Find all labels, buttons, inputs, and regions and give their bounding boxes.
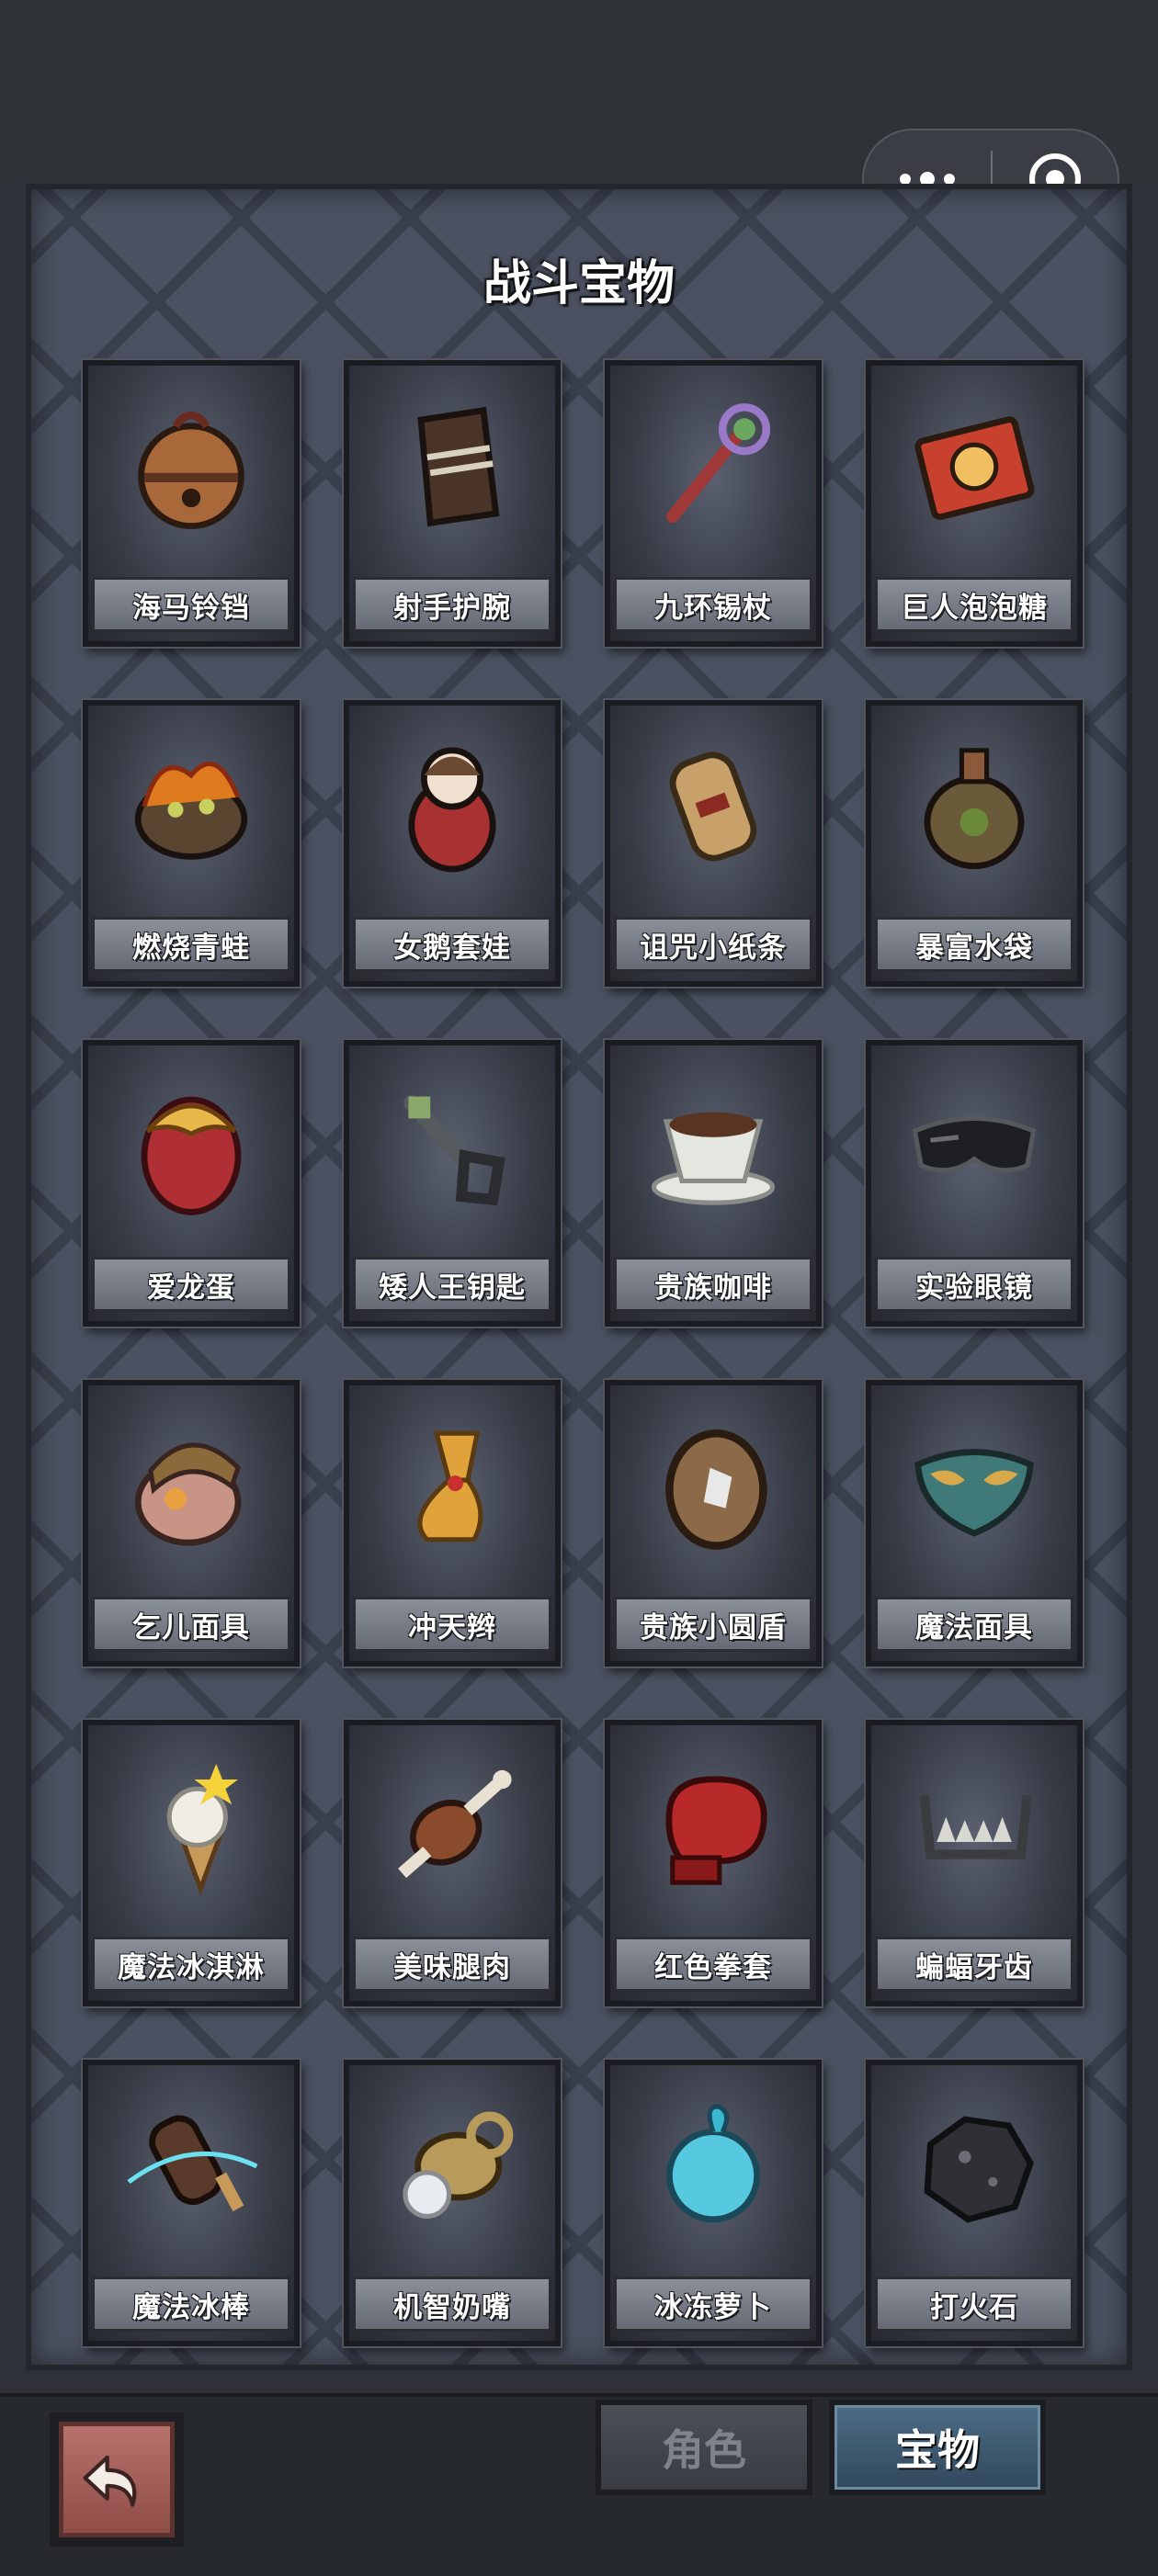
magic-mask-icon (888, 1398, 1061, 1575)
treasure-name: 诅咒小纸条 (614, 917, 812, 972)
bell-icon (105, 378, 278, 555)
back-button[interactable] (50, 2412, 184, 2547)
treasure-name: 贵族小圆盾 (614, 1597, 812, 1652)
treasure-name: 红色拳套 (614, 1937, 812, 1992)
treasure-name: 美味腿肉 (353, 1937, 551, 1992)
treasure-name: 打火石 (875, 2277, 1073, 2332)
treasure-card[interactable]: 贵族咖啡 (605, 1040, 822, 1327)
treasure-name: 乞儿面具 (92, 1597, 290, 1652)
treasure-card[interactable]: 红色拳套 (605, 1720, 822, 2006)
pacifier-icon (366, 2078, 539, 2254)
treasure-name: 暴富水袋 (875, 917, 1073, 972)
treasure-card[interactable]: 蝙蝠牙齿 (866, 1720, 1083, 2006)
treasure-name: 矮人王钥匙 (353, 1257, 551, 1312)
treasure-card[interactable]: 冰冻萝卜 (605, 2060, 822, 2346)
treasure-name: 实验眼镜 (875, 1257, 1073, 1312)
treasure-card[interactable]: 矮人王钥匙 (344, 1040, 561, 1327)
treasure-name: 燃烧青蛙 (92, 917, 290, 972)
pigtail-icon (366, 1398, 539, 1575)
tab-role[interactable]: 角色 (596, 2400, 812, 2495)
treasure-card[interactable]: 爱龙蛋 (83, 1040, 300, 1327)
treasure-name: 女鹅套娃 (353, 917, 551, 972)
treasure-name: 爱龙蛋 (92, 1257, 290, 1312)
treasure-name: 九环锡杖 (614, 577, 812, 632)
treasure-card[interactable]: 魔法冰棒 (83, 2060, 300, 2346)
drumstick-icon (366, 1738, 539, 1915)
gum-pack-icon (888, 378, 1061, 555)
beggar-mask-icon (105, 1398, 278, 1575)
treasure-card[interactable]: 海马铃铛 (83, 360, 300, 647)
treasure-card[interactable]: 射手护腕 (344, 360, 561, 647)
boxing-glove-icon (627, 1738, 800, 1915)
treasure-card[interactable]: 巨人泡泡糖 (866, 360, 1083, 647)
treasure-card[interactable]: 乞儿面具 (83, 1380, 300, 1666)
matryoshka-icon (366, 718, 539, 895)
treasure-card[interactable]: 九环锡杖 (605, 360, 822, 647)
dragon-egg-icon (105, 1058, 278, 1235)
treasure-card[interactable]: 诅咒小纸条 (605, 700, 822, 987)
treasure-card[interactable]: 打火石 (866, 2060, 1083, 2346)
scroll-icon (627, 718, 800, 895)
treasure-name: 冲天辫 (353, 1597, 551, 1652)
key-icon (366, 1058, 539, 1235)
return-arrow-icon (83, 2455, 137, 2507)
treasure-card[interactable]: 机智奶嘴 (344, 2060, 561, 2346)
treasure-card[interactable]: 美味腿肉 (344, 1720, 561, 2006)
water-bag-icon (888, 718, 1061, 895)
treasure-card[interactable]: 贵族小圆盾 (605, 1380, 822, 1666)
wrist-guard-icon (366, 378, 539, 555)
treasure-name: 魔法冰淇淋 (92, 1937, 290, 1992)
burning-frog-icon (105, 718, 278, 895)
frozen-radish-icon (627, 2078, 800, 2254)
treasure-name: 魔法冰棒 (92, 2277, 290, 2332)
treasure-name: 海马铃铛 (92, 577, 290, 632)
tab-treasure[interactable]: 宝物 (829, 2400, 1046, 2495)
treasure-name: 巨人泡泡糖 (875, 577, 1073, 632)
flint-stone-icon (888, 2078, 1061, 2254)
treasure-card[interactable]: 燃烧青蛙 (83, 700, 300, 987)
coffee-cup-icon (627, 1058, 800, 1235)
staff-icon (627, 378, 800, 555)
treasure-card[interactable]: 女鹅套娃 (344, 700, 561, 987)
treasure-name: 魔法面具 (875, 1597, 1073, 1652)
ice-cream-icon (105, 1738, 278, 1915)
panel-title: 战斗宝物 (482, 256, 675, 311)
goggles-icon (888, 1058, 1061, 1235)
treasure-name: 射手护腕 (353, 577, 551, 632)
treasure-grid: 海马铃铛 射手护腕 九环锡杖 巨人泡泡糖燃烧青蛙 女鹅套娃 诅咒小纸条 暴富水袋爱龙蛋 矮人王… (83, 360, 1083, 2346)
treasure-panel: 战斗宝物 海马铃铛 射手护腕 九环锡杖 巨人泡泡糖燃烧青蛙 女鹅套娃 诅咒小纸条 暴富水袋爱… (26, 184, 1132, 2370)
treasure-name: 贵族咖啡 (614, 1257, 812, 1312)
treasure-card[interactable]: 魔法面具 (866, 1380, 1083, 1666)
round-shield-icon (627, 1398, 800, 1575)
treasure-name: 机智奶嘴 (353, 2277, 551, 2332)
treasure-name: 蝙蝠牙齿 (875, 1937, 1073, 1992)
treasure-card[interactable]: 暴富水袋 (866, 700, 1083, 987)
treasure-card[interactable]: 实验眼镜 (866, 1040, 1083, 1327)
bat-teeth-icon (888, 1738, 1061, 1915)
treasure-card[interactable]: 魔法冰淇淋 (83, 1720, 300, 2006)
popsicle-icon (105, 2078, 278, 2254)
treasure-card[interactable]: 冲天辫 (344, 1380, 561, 1666)
treasure-name: 冰冻萝卜 (614, 2277, 812, 2332)
